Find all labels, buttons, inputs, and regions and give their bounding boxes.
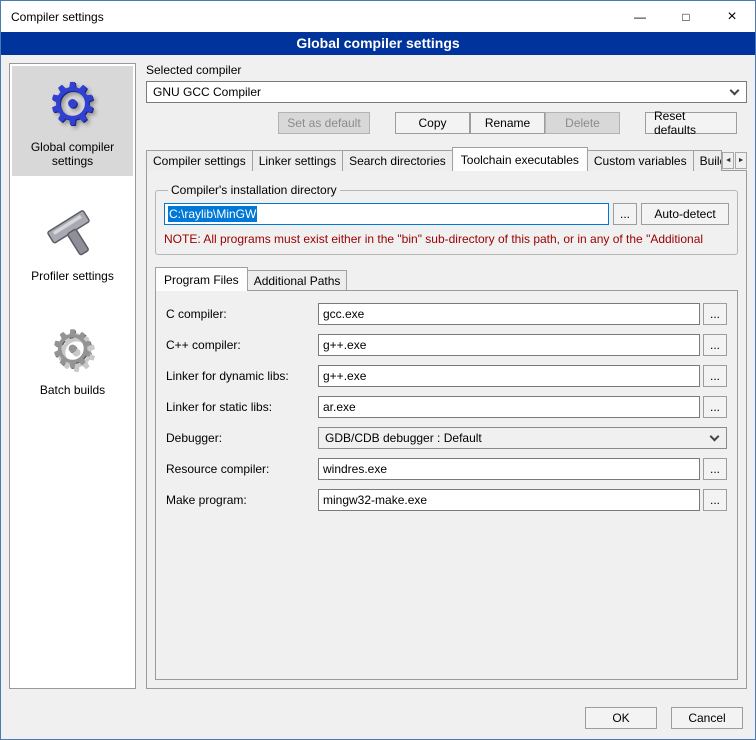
reset-defaults-button[interactable]: Reset defaults [645, 112, 737, 134]
compiler-gear-icon: ⚙ [47, 74, 99, 136]
sidebar-item-profiler-settings[interactable]: Profiler settings [12, 198, 133, 291]
make-program-label: Make program: [166, 493, 318, 507]
sidebar-item-label: Profiler settings [31, 269, 114, 283]
linker-dynamic-browse-button[interactable]: ... [703, 365, 727, 387]
tab-toolchain-executables[interactable]: Toolchain executables [452, 147, 588, 171]
settings-category-list: ⚙ Global compiler settings Profiler sett… [9, 63, 136, 689]
make-program-browse-button[interactable]: ... [703, 489, 727, 511]
resource-compiler-browse-button[interactable]: ... [703, 458, 727, 480]
bin-subdirectory-note: NOTE: All programs must exist either in … [164, 232, 729, 246]
linker-static-label: Linker for static libs: [166, 400, 318, 414]
selected-compiler-value: GNU GCC Compiler [153, 85, 731, 99]
chevron-down-icon [730, 86, 740, 96]
settings-tab-strip: Compiler settings Linker settings Search… [146, 147, 747, 171]
c-compiler-label: C compiler: [166, 307, 318, 321]
tab-scroll-right-icon[interactable]: ► [735, 152, 747, 169]
compiler-settings-window: Compiler settings — □ × Global compiler … [0, 0, 756, 740]
ok-button[interactable]: OK [585, 707, 657, 729]
installation-directory-row: C:\raylib\MinGW ... Auto-detect [164, 203, 729, 225]
sidebar-item-label: Global compiler settings [15, 140, 130, 168]
field-row-linker-dynamic: Linker for dynamic libs: ... [166, 365, 727, 387]
field-row-resource-compiler: Resource compiler: ... [166, 458, 727, 480]
close-button[interactable]: × [709, 1, 755, 32]
install-dir-value: C:\raylib\MinGW [168, 206, 257, 222]
field-row-linker-static: Linker for static libs: ... [166, 396, 727, 418]
compiler-actions: Set as default Copy Rename Delete Reset … [146, 112, 737, 134]
tab-compiler-settings[interactable]: Compiler settings [146, 150, 253, 171]
window-title: Compiler settings [1, 10, 617, 24]
debugger-select[interactable]: GDB/CDB debugger : Default [318, 427, 727, 449]
debugger-value: GDB/CDB debugger : Default [325, 431, 711, 445]
installation-directory-group: Compiler's installation directory C:\ray… [155, 183, 738, 255]
program-files-tab-strip: Program Files Additional Paths [155, 267, 738, 291]
selected-compiler-label: Selected compiler [146, 63, 747, 77]
program-files-panel: C compiler: ... C++ compiler: ... Linker… [155, 290, 738, 680]
linker-dynamic-label: Linker for dynamic libs: [166, 369, 318, 383]
tab-linker-settings[interactable]: Linker settings [252, 150, 343, 171]
sidebar-item-batch-builds[interactable]: ⚙ Batch builds [12, 313, 133, 405]
cpp-compiler-browse-button[interactable]: ... [703, 334, 727, 356]
chevron-down-icon [710, 432, 720, 442]
cpp-compiler-label: C++ compiler: [166, 338, 318, 352]
minimize-button[interactable]: — [617, 1, 663, 32]
batch-gear-icon: ⚙ [49, 321, 96, 379]
field-row-debugger: Debugger: GDB/CDB debugger : Default [166, 427, 727, 449]
field-row-cpp-compiler: C++ compiler: ... [166, 334, 727, 356]
window-controls: — □ × [617, 1, 755, 32]
set-as-default-button[interactable]: Set as default [278, 112, 370, 134]
field-row-c-compiler: C compiler: ... [166, 303, 727, 325]
dialog-footer: OK Cancel [1, 697, 755, 739]
sidebar-item-global-compiler-settings[interactable]: ⚙ Global compiler settings [12, 66, 133, 176]
make-program-input[interactable] [318, 489, 700, 511]
maximize-button[interactable]: □ [663, 1, 709, 32]
tab-additional-paths[interactable]: Additional Paths [247, 270, 348, 291]
linker-dynamic-input[interactable] [318, 365, 700, 387]
profiler-tool-icon [45, 206, 101, 265]
cpp-compiler-input[interactable] [318, 334, 700, 356]
tab-scroll-left-icon[interactable]: ◄ [722, 152, 734, 169]
rename-button[interactable]: Rename [470, 112, 545, 134]
title-bar: Compiler settings — □ × [1, 1, 755, 32]
tab-build-options[interactable]: Build [693, 150, 723, 171]
installation-directory-group-title: Compiler's installation directory [168, 183, 340, 197]
debugger-label: Debugger: [166, 431, 318, 445]
linker-static-browse-button[interactable]: ... [703, 396, 727, 418]
main-panel: Selected compiler GNU GCC Compiler Set a… [146, 63, 747, 689]
install-dir-input[interactable]: C:\raylib\MinGW [164, 203, 609, 225]
c-compiler-browse-button[interactable]: ... [703, 303, 727, 325]
selected-compiler-dropdown[interactable]: GNU GCC Compiler [146, 81, 747, 103]
resource-compiler-input[interactable] [318, 458, 700, 480]
dialog-header: Global compiler settings [1, 32, 755, 55]
resource-compiler-label: Resource compiler: [166, 462, 318, 476]
sidebar-item-label: Batch builds [40, 383, 105, 397]
field-row-make-program: Make program: ... [166, 489, 727, 511]
toolchain-executables-panel: Compiler's installation directory C:\ray… [146, 170, 747, 689]
delete-button[interactable]: Delete [545, 112, 620, 134]
copy-button[interactable]: Copy [395, 112, 470, 134]
tab-program-files[interactable]: Program Files [155, 267, 248, 291]
tab-custom-variables[interactable]: Custom variables [587, 150, 694, 171]
auto-detect-button[interactable]: Auto-detect [641, 203, 729, 225]
tab-search-directories[interactable]: Search directories [342, 150, 453, 171]
dialog-body: ⚙ Global compiler settings Profiler sett… [1, 55, 755, 697]
c-compiler-input[interactable] [318, 303, 700, 325]
linker-static-input[interactable] [318, 396, 700, 418]
install-dir-browse-button[interactable]: ... [613, 203, 637, 225]
cancel-button[interactable]: Cancel [671, 707, 743, 729]
